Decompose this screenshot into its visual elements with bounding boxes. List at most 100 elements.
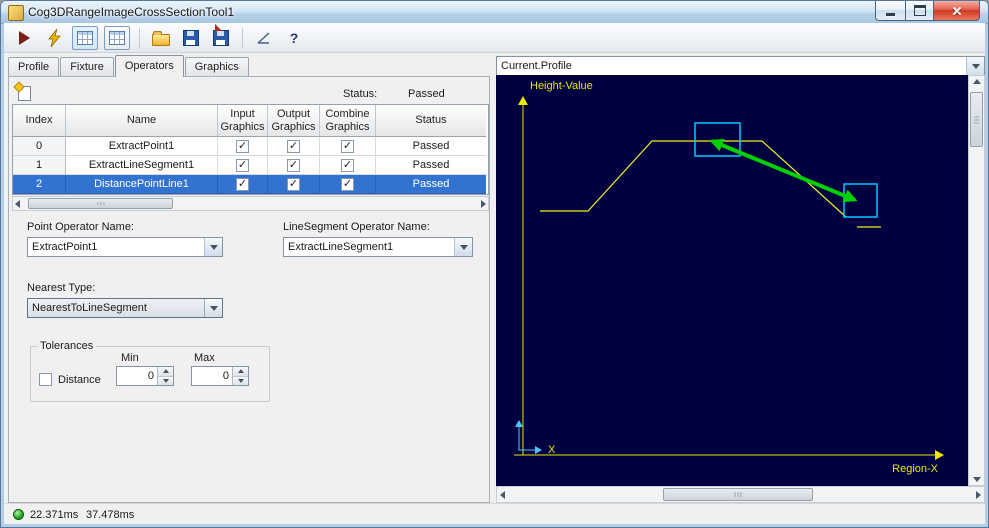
scroll-left-button[interactable] bbox=[500, 491, 505, 499]
cell-index: 1 bbox=[13, 156, 66, 175]
scrollbar-thumb[interactable] bbox=[970, 92, 983, 147]
tab-operators[interactable]: Operators bbox=[114, 55, 184, 77]
checkbox[interactable]: ✓ bbox=[341, 139, 354, 153]
title-bar: Cog3DRangeImageCrossSectionTool1 bbox=[1, 1, 988, 24]
profile-display-pane: Current.Profile Height-Value Region-X X bbox=[496, 56, 985, 503]
plot-vertical-scrollbar[interactable] bbox=[968, 75, 985, 486]
close-button[interactable] bbox=[933, 1, 980, 21]
point-operator-label: Point Operator Name: bbox=[27, 221, 134, 233]
min-spinner[interactable]: 0 bbox=[116, 366, 174, 386]
result-graphics-toggle[interactable] bbox=[72, 25, 98, 50]
close-icon bbox=[951, 5, 963, 17]
operators-table: Index Name Input Graphics Output Graphic… bbox=[12, 104, 489, 195]
cell-status: Passed bbox=[376, 137, 486, 156]
run-status-indicator bbox=[13, 509, 24, 520]
scroll-right-button[interactable] bbox=[976, 491, 981, 499]
new-document-icon bbox=[17, 85, 31, 101]
spin-up-button[interactable] bbox=[233, 367, 248, 377]
table-horizontal-scrollbar[interactable] bbox=[12, 196, 489, 211]
run-button[interactable] bbox=[12, 26, 36, 50]
column-header-index[interactable]: Index bbox=[13, 105, 66, 137]
checkbox[interactable]: ✓ bbox=[341, 177, 354, 191]
cell-input-graphics: ✓ bbox=[218, 156, 268, 175]
checkbox[interactable]: ✓ bbox=[287, 158, 300, 172]
scrollbar-thumb[interactable] bbox=[663, 488, 813, 501]
chevron-down-icon bbox=[204, 238, 222, 256]
min-value[interactable]: 0 bbox=[117, 367, 157, 385]
window-controls bbox=[875, 1, 980, 21]
max-value[interactable]: 0 bbox=[192, 367, 232, 385]
checkbox[interactable]: ✓ bbox=[287, 139, 300, 153]
point-operator-combo[interactable]: ExtractPoint1 bbox=[27, 237, 223, 257]
tab-graphics[interactable]: Graphics bbox=[184, 57, 249, 76]
cell-output-graphics: ✓ bbox=[268, 175, 320, 194]
scrollbar-thumb[interactable] bbox=[28, 198, 173, 209]
profile-selector-combo[interactable]: Current.Profile bbox=[496, 56, 985, 76]
scroll-right-button[interactable] bbox=[481, 200, 486, 208]
electric-run-button[interactable] bbox=[42, 26, 66, 50]
import-results-button[interactable] bbox=[207, 23, 233, 50]
distance-label: Distance bbox=[58, 374, 101, 386]
spin-down-button[interactable] bbox=[233, 376, 248, 385]
profile-plot-area[interactable]: Height-Value Region-X X bbox=[496, 75, 968, 486]
checkbox[interactable]: ✓ bbox=[287, 177, 300, 191]
plot-horizontal-scrollbar[interactable] bbox=[496, 486, 985, 503]
triangle-up-icon bbox=[162, 369, 169, 374]
scroll-left-button[interactable] bbox=[15, 200, 20, 208]
header-line: Graphics bbox=[220, 120, 265, 133]
add-operator-button[interactable] bbox=[16, 85, 32, 101]
column-header-combine-graphics[interactable]: Combine Graphics bbox=[320, 105, 376, 137]
toolbar-separator bbox=[139, 27, 140, 48]
column-header-status[interactable]: Status bbox=[376, 105, 486, 137]
checkbox[interactable]: ✓ bbox=[236, 177, 249, 191]
distance-checkbox[interactable] bbox=[39, 373, 52, 386]
nearest-type-combo[interactable]: NearestToLineSegment bbox=[27, 298, 223, 318]
chevron-down-icon bbox=[966, 57, 984, 75]
tab-profile[interactable]: Profile bbox=[8, 57, 60, 76]
measure-settings-button[interactable] bbox=[252, 26, 276, 50]
cell-status: Passed bbox=[376, 175, 486, 194]
scroll-up-button[interactable] bbox=[973, 79, 981, 84]
checkbox[interactable]: ✓ bbox=[341, 158, 354, 172]
cell-name: DistancePointLine1 bbox=[66, 175, 218, 194]
table-header-row: Index Name Input Graphics Output Graphic… bbox=[13, 105, 488, 137]
table-row[interactable]: 1 ExtractLineSegment1 ✓ ✓ ✓ Passed bbox=[13, 156, 488, 175]
cell-name: ExtractPoint1 bbox=[66, 137, 218, 156]
column-header-name[interactable]: Name bbox=[66, 105, 218, 137]
status-value: Passed bbox=[408, 88, 445, 100]
linesegment-operator-combo[interactable]: ExtractLineSegment1 bbox=[283, 237, 473, 257]
y-axis-label: Height-Value bbox=[530, 80, 593, 92]
grid-icon bbox=[77, 30, 93, 45]
column-header-input-graphics[interactable]: Input Graphics bbox=[218, 105, 268, 137]
open-button[interactable] bbox=[149, 26, 173, 50]
column-header-output-graphics[interactable]: Output Graphics bbox=[268, 105, 320, 137]
min-label: Min bbox=[121, 352, 139, 364]
scroll-down-button[interactable] bbox=[973, 477, 981, 482]
total-time: 37.478ms bbox=[86, 509, 135, 521]
table-row[interactable]: 0 ExtractPoint1 ✓ ✓ ✓ Passed bbox=[13, 137, 488, 156]
slope-icon bbox=[257, 31, 270, 44]
header-line: Input bbox=[230, 107, 255, 120]
checkbox[interactable]: ✓ bbox=[236, 139, 249, 153]
help-button[interactable]: ? bbox=[282, 26, 306, 50]
header-line: Graphics bbox=[325, 120, 370, 133]
image-graphics-toggle[interactable] bbox=[104, 25, 130, 50]
checkbox[interactable]: ✓ bbox=[236, 158, 249, 172]
status-label: Status: bbox=[343, 88, 378, 100]
spin-up-button[interactable] bbox=[158, 367, 173, 377]
spin-down-button[interactable] bbox=[158, 376, 173, 385]
cell-combine-graphics: ✓ bbox=[320, 156, 376, 175]
save-button[interactable] bbox=[179, 26, 203, 50]
toolbar-separator bbox=[242, 27, 243, 48]
cell-index: 0 bbox=[13, 137, 66, 156]
triangle-down-icon bbox=[973, 477, 981, 482]
triangle-right-icon bbox=[481, 200, 486, 208]
maximize-button[interactable] bbox=[905, 1, 933, 21]
grid-icon bbox=[109, 30, 125, 45]
table-row-selected[interactable]: 2 DistancePointLine1 ✓ ✓ ✓ Passed bbox=[13, 175, 488, 194]
minimize-button[interactable] bbox=[875, 1, 905, 21]
main-toolbar: ? bbox=[4, 23, 985, 53]
window-title: Cog3DRangeImageCrossSectionTool1 bbox=[28, 5, 235, 19]
max-spinner[interactable]: 0 bbox=[191, 366, 249, 386]
tab-fixture[interactable]: Fixture bbox=[60, 57, 114, 76]
